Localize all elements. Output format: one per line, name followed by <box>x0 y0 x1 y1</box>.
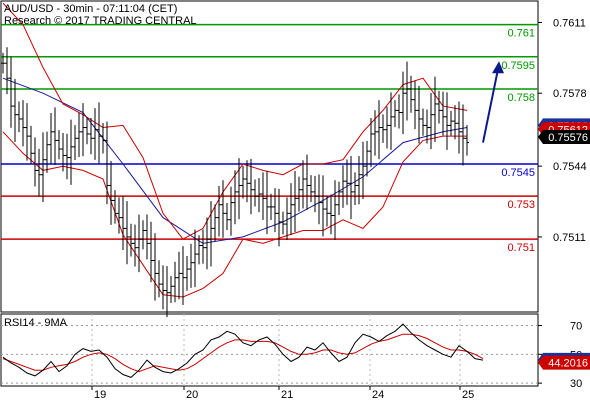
pivot-level-label: 0.7545 <box>501 167 535 179</box>
chart-title: AUD/USD - 30min - 07:11:04 (CET) <box>4 3 177 15</box>
rsi-badge: 44.2016 <box>538 355 590 370</box>
y-tick-label: 0.7544 <box>553 161 587 173</box>
price-badge-label: 0.75576 <box>548 132 588 144</box>
resistance-level-label: 0.761 <box>507 28 535 40</box>
main-panel <box>0 0 539 313</box>
rsi-tick-label: 70 <box>570 321 582 333</box>
x-tick-label: 19 <box>94 389 106 400</box>
x-tick-label: 25 <box>462 389 474 400</box>
y-tick-label: 0.7578 <box>553 88 587 100</box>
x-tick-label: 20 <box>186 389 198 400</box>
y-tick-label: 0.7511 <box>553 232 586 244</box>
price-chart: 0.761 0.7595 0.758 0.7545 0.753 0.751 19 20 21 2… <box>0 0 590 400</box>
x-tick-label: 24 <box>372 389 384 400</box>
resistance-level-label: 0.7595 <box>501 60 535 72</box>
price-badge: 0.75576 <box>538 129 590 144</box>
rsi-tick-label: 30 <box>570 378 582 390</box>
chart-subtitle: Research © 2017 TRADING CENTRAL <box>4 15 197 27</box>
y-tick-label: 0.7611 <box>553 17 586 29</box>
rsi-title: RSI14 - 9MA <box>4 317 68 329</box>
support-level-label: 0.751 <box>507 242 535 254</box>
resistance-level-label: 0.758 <box>507 92 535 104</box>
support-level-label: 0.753 <box>507 199 535 211</box>
x-tick-label: 21 <box>281 389 293 400</box>
rsi-badge-label: 44.2016 <box>548 358 588 370</box>
